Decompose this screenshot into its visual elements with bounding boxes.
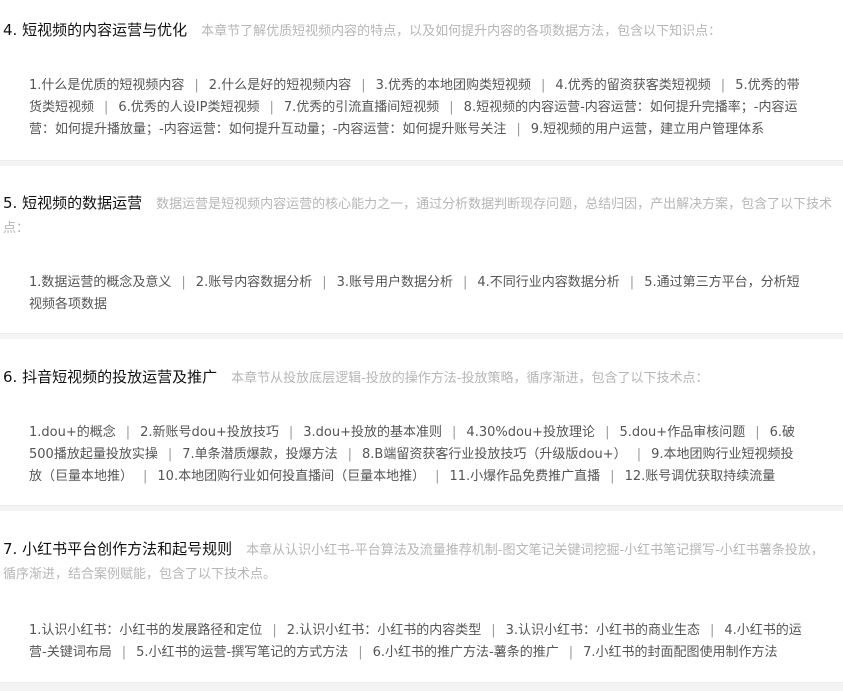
- topic-item: 2.什么是好的短视频内容: [208, 78, 352, 93]
- chapter-title[interactable]: 5. 短视频的数据运营: [3, 194, 142, 212]
- topic-item: 1.数据运营的概念及意义: [29, 275, 172, 290]
- topic-list: 1.数据运营的概念及意义 | 2.账号内容数据分析 | 3.账号用户数据分析 | 4.不同行…: [29, 272, 803, 316]
- topic-list: 1.认识小红书：小红书的发展路径和定位 | 2.认识小红书：小红书的内容类型 | 3.认…: [29, 620, 803, 664]
- topic-separator: |: [610, 469, 615, 484]
- topic-separator: |: [181, 275, 186, 290]
- topic-list: 1.什么是优质的短视频内容 | 2.什么是好的短视频内容 | 3.优秀的本地团购类短视频…: [29, 75, 803, 141]
- chapter-6: 6. 抖音短视频的投放运营及推广 本章节从投放底层逻辑-投放的操作方法-投放策略，…: [0, 339, 843, 505]
- topic-separator: |: [435, 469, 440, 484]
- topic-item: 8.B端留资获客行业投放技巧（升级版dou+）: [362, 447, 627, 462]
- topic-separator: |: [755, 425, 760, 440]
- chapter-4: 4. 短视频的内容运营与优化 本章节了解优质短视频内容的特点，以及如何提升内容的各…: [0, 0, 843, 160]
- topic-separator: |: [361, 78, 366, 93]
- chapter-header: 7. 小红书平台创作方法和起号规则 本章从认识小红书-平台算法及流量推荐机制-图文…: [3, 538, 833, 586]
- chapter-header: 5. 短视频的数据运营 数据运营是短视频内容运营的核心能力之一，通过分析数据判断现…: [3, 192, 833, 240]
- topic-separator: |: [541, 78, 546, 93]
- topic-item: 7.单条潜质爆款，投爆方法: [182, 447, 338, 462]
- topic-item: 3.dou+投放的基本准则: [303, 425, 443, 440]
- topic-item: 4.优秀的留资获客类短视频: [555, 78, 711, 93]
- topic-item: 12.账号调优获取持续流量: [624, 469, 776, 484]
- topic-item: 3.认识小红书：小红书的商业生态: [505, 623, 700, 638]
- chapter-title[interactable]: 4. 短视频的内容运营与优化: [3, 21, 187, 39]
- topic-item: 5.dou+作品审核问题: [619, 425, 746, 440]
- topic-separator: |: [347, 447, 353, 462]
- topic-separator: |: [605, 425, 610, 440]
- topic-separator: |: [629, 275, 635, 290]
- chapter-5: 5. 短视频的数据运营 数据运营是短视频内容运营的核心能力之一，通过分析数据判断现…: [0, 166, 843, 333]
- topic-item: 4.30%dou+投放理论: [466, 425, 596, 440]
- topic-separator: |: [358, 645, 363, 660]
- topic-separator: |: [269, 100, 274, 115]
- chapter-header: 6. 抖音短视频的投放运营及推广 本章节从投放底层逻辑-投放的操作方法-投放策略，…: [3, 366, 833, 390]
- topic-separator: |: [720, 78, 726, 93]
- topic-item: 3.优秀的本地团购类短视频: [375, 78, 531, 93]
- topic-separator: |: [568, 645, 574, 660]
- topic-item: 5.小红书的运营-撰写笔记的方式方法: [136, 645, 349, 660]
- topic-item: 1.什么是优质的短视频内容: [29, 78, 185, 93]
- topic-item: 2.新账号dou+投放技巧: [140, 425, 279, 440]
- topic-separator: |: [463, 275, 468, 290]
- topic-separator: |: [288, 425, 294, 440]
- chapter-header: 4. 短视频的内容运营与优化 本章节了解优质短视频内容的特点，以及如何提升内容的各…: [3, 19, 833, 43]
- topic-item: 3.账号用户数据分析: [336, 275, 453, 290]
- chapter-title[interactable]: 7. 小红书平台创作方法和起号规则: [3, 540, 232, 558]
- topic-item: 11.小爆作品免费推广直播: [449, 469, 601, 484]
- topic-separator: |: [143, 469, 148, 484]
- topic-item: 2.账号内容数据分析: [195, 275, 313, 290]
- chapter-description: 本章节从投放底层逻辑-投放的操作方法-投放策略，循序渐进，包含了以下技术点：: [231, 371, 709, 386]
- topic-separator: |: [710, 623, 715, 638]
- topic-separator: |: [516, 122, 521, 137]
- topic-separator: |: [636, 447, 642, 462]
- topic-separator: |: [322, 275, 327, 290]
- topic-separator: |: [491, 623, 496, 638]
- topic-item: 6.小红书的推广方法-薯条的推广: [372, 645, 559, 660]
- topic-item: 2.认识小红书：小红书的内容类型: [286, 623, 482, 638]
- topic-separator: |: [452, 425, 457, 440]
- topic-item: 7.小红书的封面配图使用制作方法: [583, 645, 778, 660]
- topic-separator: |: [121, 645, 127, 660]
- topic-separator: |: [194, 78, 199, 93]
- chapter-description: 本章节了解优质短视频内容的特点，以及如何提升内容的各项数据方法，包含以下知识点：: [201, 24, 722, 39]
- topic-item: 1.dou+的概念: [29, 425, 116, 440]
- chapter-title[interactable]: 6. 抖音短视频的投放运营及推广: [3, 368, 217, 386]
- topic-separator: |: [449, 100, 454, 115]
- topic-separator: |: [104, 100, 109, 115]
- topic-item: 10.本地团购行业如何投直播间（巨量本地推）: [157, 469, 426, 484]
- topic-item: 6.优秀的人设IP类短视频: [118, 100, 260, 115]
- topic-item: 9.短视频的用户运营，建立用户管理体系: [530, 122, 765, 137]
- topic-separator: |: [272, 623, 277, 638]
- chapter-7: 7. 小红书平台创作方法和起号规则 本章从认识小红书-平台算法及流量推荐机制-图文…: [0, 511, 843, 682]
- topic-list: 1.dou+的概念 | 2.新账号dou+投放技巧 | 3.dou+投放的基本准则 | 4.…: [29, 422, 803, 488]
- topic-separator: |: [167, 447, 173, 462]
- topic-item: 1.认识小红书：小红书的发展路径和定位: [29, 623, 263, 638]
- topic-item: 7.优秀的引流直播间短视频: [283, 100, 440, 115]
- topic-separator: |: [125, 425, 131, 440]
- topic-item: 4.不同行业内容数据分析: [477, 275, 620, 290]
